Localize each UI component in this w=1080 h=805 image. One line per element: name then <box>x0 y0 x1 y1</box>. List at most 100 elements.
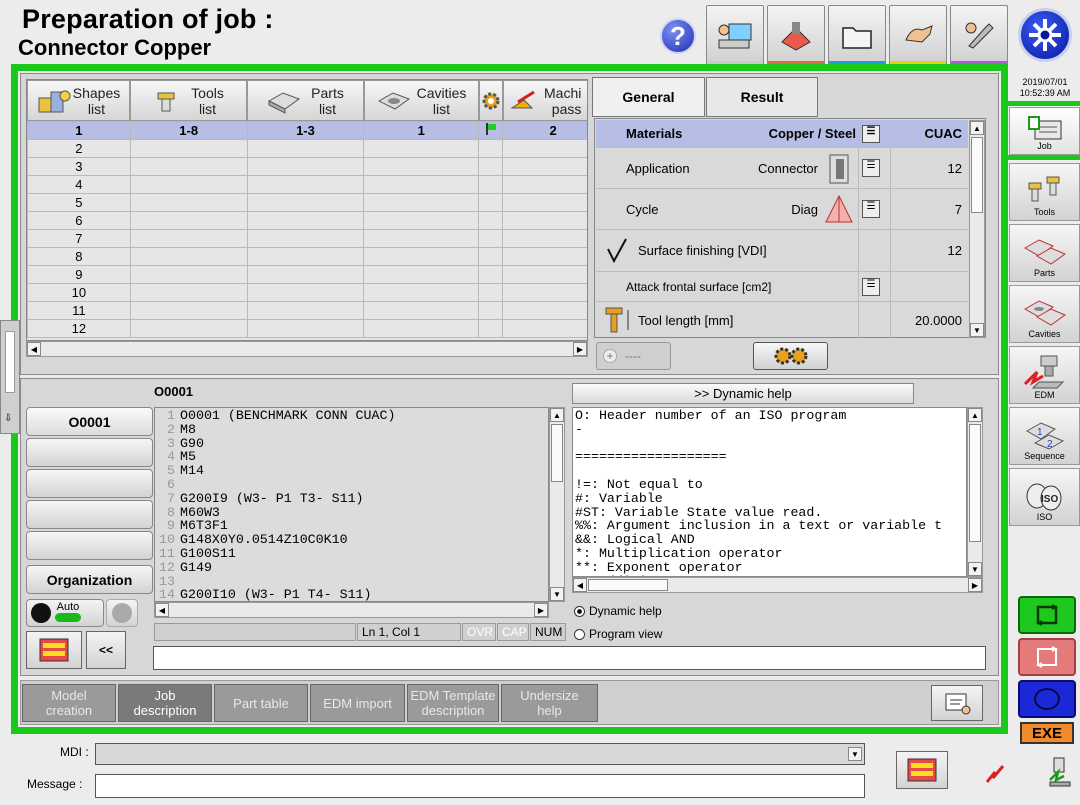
scroll-down-arrow[interactable]: ▼ <box>968 562 982 576</box>
tab-general[interactable]: General <box>592 77 705 117</box>
table-row[interactable]: 9 <box>27 265 587 284</box>
property-application[interactable]: Application Connector ☰ 12 <box>596 148 968 189</box>
scroll-right-arrow[interactable]: ▶ <box>534 603 548 617</box>
machining-button[interactable] <box>767 5 825 67</box>
frame-bottom <box>11 727 1008 734</box>
table-row-selected[interactable]: 1 1-8 1-3 1 2 <box>27 121 587 140</box>
scroll-right-arrow[interactable]: ▶ <box>968 578 982 592</box>
add-property-button[interactable]: + ---- <box>596 342 671 370</box>
loop-button[interactable] <box>1018 680 1076 718</box>
manual-mode-button[interactable] <box>106 599 138 627</box>
chevron-down-icon[interactable]: ▼ <box>848 747 862 761</box>
compute-button[interactable] <box>753 342 828 370</box>
code-editor[interactable]: 1 O0001 (BENCHMARK CONN CUAC) 2 M8 3 G90 4 M5 5 M… <box>154 407 549 602</box>
scroll-down-arrow[interactable]: ▼ <box>970 323 984 337</box>
program-button-o0001[interactable]: O0001 <box>26 407 153 436</box>
sidebar-item-edm[interactable]: EDM <box>1009 346 1080 404</box>
table-row[interactable]: 3 <box>27 157 587 176</box>
tab-part-table[interactable]: Part table <box>214 684 308 722</box>
scroll-left-arrow[interactable]: ◀ <box>573 578 587 592</box>
table-row[interactable]: 8 <box>27 247 587 266</box>
organization-button[interactable]: Organization <box>26 565 153 594</box>
code-horizontal-scrollbar[interactable]: ◀ ▶ <box>154 602 549 618</box>
tab-result[interactable]: Result <box>706 77 818 117</box>
tab-job-description[interactable]: Job description <box>118 684 212 722</box>
job-setup-button[interactable] <box>706 5 764 67</box>
help-button[interactable]: ? <box>660 18 696 54</box>
scroll-up-arrow[interactable]: ▲ <box>550 408 564 422</box>
col-parts[interactable]: Parts list <box>247 80 364 121</box>
properties-scrollbar[interactable]: ▲ ▼ <box>969 120 985 338</box>
col-settings[interactable] <box>479 80 503 121</box>
scroll-up-arrow[interactable]: ▲ <box>970 121 984 135</box>
radio-program-view[interactable]: Program view <box>574 627 662 641</box>
table-row[interactable]: 12 <box>27 319 587 338</box>
property-attack-frontal[interactable]: Attack frontal surface [cm2] ☰ <box>596 272 968 302</box>
program-slot-5[interactable] <box>26 531 153 560</box>
col-shapes[interactable]: Shapes list <box>27 80 130 121</box>
tab-undersize-help[interactable]: Undersize help <box>501 684 598 722</box>
table-row[interactable]: 6 <box>27 211 587 230</box>
sidebar-item-job[interactable]: Job <box>1009 107 1080 155</box>
table-row[interactable]: 2 <box>27 139 587 158</box>
hand-button[interactable] <box>889 5 947 67</box>
panel-keyboard-button[interactable] <box>896 751 948 789</box>
maintenance-button[interactable] <box>950 5 1008 67</box>
col-machining-pass[interactable]: Machi pass <box>503 80 587 121</box>
scroll-right-arrow[interactable]: ▶ <box>573 342 587 356</box>
dynamic-help-button[interactable]: >> Dynamic help <box>572 383 914 404</box>
edit-list-icon[interactable]: ☰ <box>862 277 880 296</box>
tab-model-creation[interactable]: Model creation <box>22 684 116 722</box>
side-panel-handle[interactable]: ⇩ <box>0 320 20 434</box>
property-materials[interactable]: Materials Copper / Steel ☰ CUAC <box>596 120 968 148</box>
sidebar-item-sequence[interactable]: 12 Sequence <box>1009 407 1080 465</box>
program-slot-3[interactable] <box>26 469 153 498</box>
scroll-left-arrow[interactable]: ◀ <box>155 603 169 617</box>
cycle-stop-button[interactable] <box>1018 638 1076 676</box>
table-row[interactable]: 11 <box>27 301 587 320</box>
sidebar-item-parts[interactable]: Parts <box>1009 224 1080 282</box>
col-cavities[interactable]: Cavities list <box>364 80 479 121</box>
tab-edm-template[interactable]: EDM Template description <box>407 684 499 722</box>
table-row[interactable]: 5 <box>27 193 587 212</box>
help-horizontal-scrollbar[interactable]: ◀ ▶ <box>572 577 983 593</box>
folder-button[interactable] <box>828 5 886 67</box>
scroll-up-arrow[interactable]: ▲ <box>968 408 982 422</box>
sidebar-item-iso[interactable]: ISO ISO <box>1009 468 1080 526</box>
property-tool-length[interactable]: Tool length [mm] 20.0000 <box>596 302 968 338</box>
property-surface-finishing[interactable]: Surface finishing [VDI] 12 <box>596 230 968 272</box>
table-horizontal-scrollbar[interactable]: ◀ ▶ <box>26 341 588 357</box>
radio-dynamic-help[interactable]: Dynamic help <box>574 604 662 618</box>
auto-toggle[interactable]: Auto <box>26 599 104 627</box>
program-slot-2[interactable] <box>26 438 153 467</box>
scroll-thumb[interactable] <box>971 137 983 213</box>
tab-edm-import[interactable]: EDM import <box>310 684 405 722</box>
code-vertical-scrollbar[interactable]: ▲ ▼ <box>549 407 565 602</box>
scroll-thumb[interactable] <box>969 424 981 542</box>
edm-electrode-icon[interactable] <box>1046 756 1074 791</box>
sidebar-item-tools[interactable]: Tools <box>1009 163 1080 221</box>
frame-right <box>1001 64 1008 734</box>
col-tools[interactable]: Tools list <box>130 80 247 121</box>
program-slot-4[interactable] <box>26 500 153 529</box>
table-row[interactable]: 7 <box>27 229 587 248</box>
edit-list-icon[interactable]: ☰ <box>862 159 880 177</box>
collapse-button[interactable]: << <box>86 631 126 669</box>
help-vertical-scrollbar[interactable]: ▲ ▼ <box>967 407 983 577</box>
scroll-down-arrow[interactable]: ▼ <box>550 587 564 601</box>
edit-list-icon[interactable]: ☰ <box>862 200 880 218</box>
keyboard-panel-button[interactable] <box>26 631 82 669</box>
sign-document-button[interactable] <box>931 685 983 721</box>
mdi-select[interactable]: ▼ <box>95 743 865 765</box>
edit-list-icon[interactable]: ☰ <box>862 124 880 143</box>
sidebar-item-cavities[interactable]: Cavities <box>1009 285 1080 343</box>
scroll-thumb[interactable] <box>551 424 563 482</box>
scroll-thumb[interactable] <box>588 579 668 591</box>
table-row[interactable]: 4 <box>27 175 587 194</box>
property-cycle[interactable]: Cycle Diag ☰ 7 <box>596 189 968 230</box>
table-row[interactable]: 10 <box>27 283 587 302</box>
scroll-left-arrow[interactable]: ◀ <box>27 342 41 356</box>
exe-button[interactable]: EXE <box>1020 722 1074 744</box>
cycle-start-button[interactable] <box>1018 596 1076 634</box>
command-input[interactable] <box>153 646 986 670</box>
